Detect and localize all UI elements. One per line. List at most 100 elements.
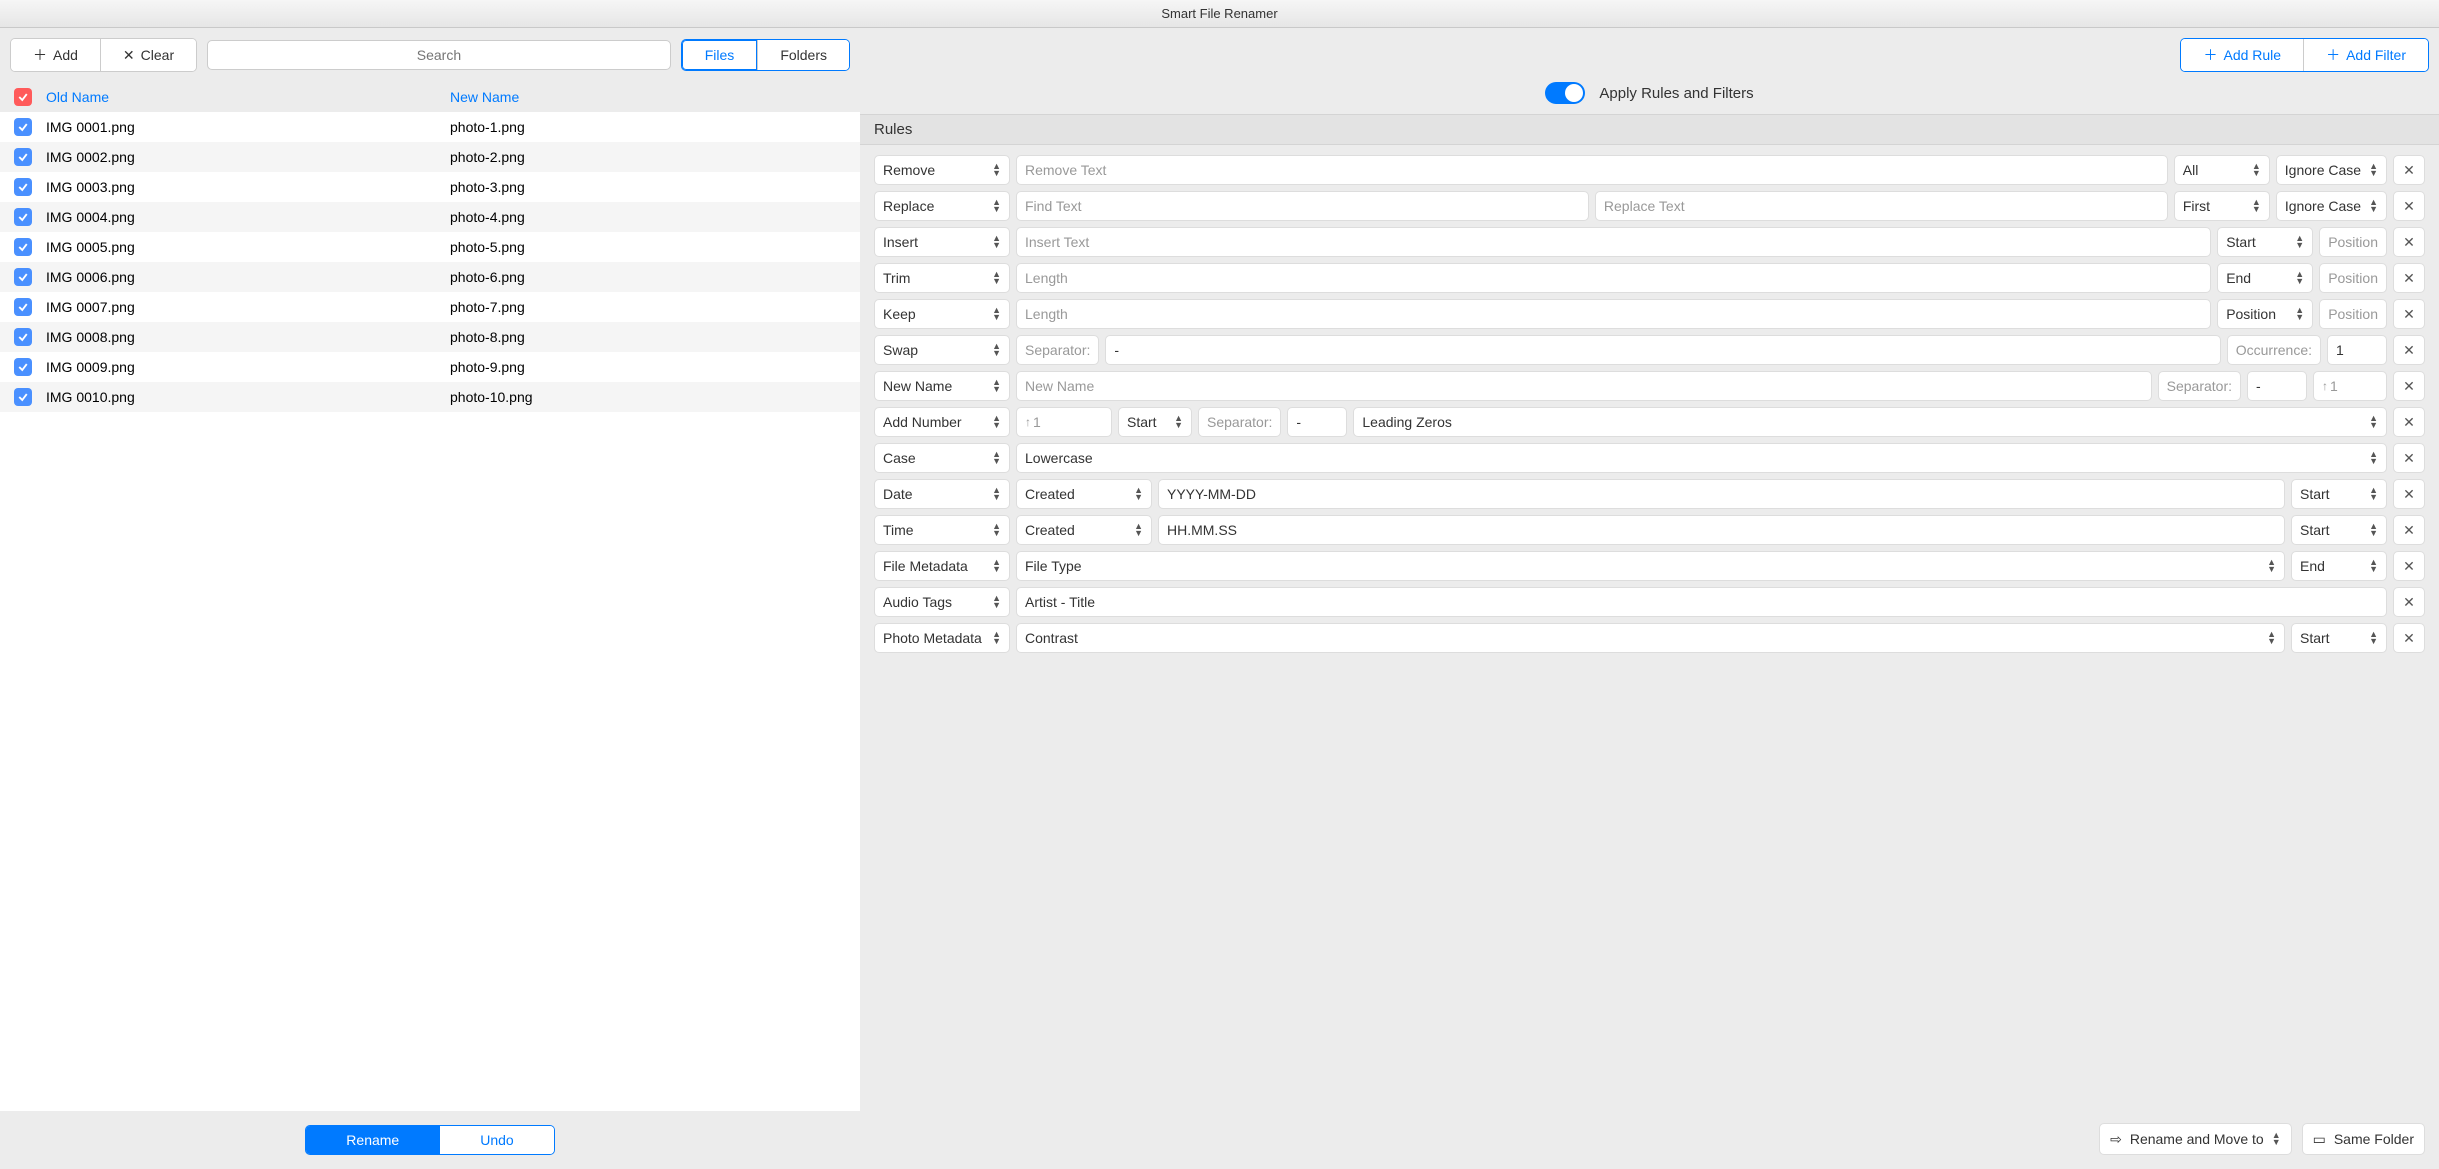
rename-button[interactable]: Rename bbox=[306, 1126, 439, 1154]
table-row[interactable]: IMG 0003.pngphoto-3.png bbox=[0, 172, 860, 202]
scope-select[interactable]: All▲▼ bbox=[2174, 155, 2270, 185]
row-checkbox[interactable] bbox=[14, 178, 32, 196]
row-checkbox[interactable] bbox=[14, 268, 32, 286]
remove-rule-button[interactable]: ✕ bbox=[2393, 623, 2425, 653]
date-format-input[interactable]: YYYY-MM-DD bbox=[1158, 479, 2285, 509]
rule-type-select[interactable]: Date▲▼ bbox=[874, 479, 1010, 509]
add-rule-button[interactable]: ＋Add Rule bbox=[2181, 39, 2303, 71]
photo-meta-select[interactable]: Contrast▲▼ bbox=[1016, 623, 2285, 653]
position-select[interactable]: Position▲▼ bbox=[2217, 299, 2313, 329]
row-checkbox[interactable] bbox=[14, 328, 32, 346]
remove-rule-button[interactable]: ✕ bbox=[2393, 479, 2425, 509]
tab-files[interactable]: Files bbox=[682, 40, 758, 70]
table-row[interactable]: IMG 0001.pngphoto-1.png bbox=[0, 112, 860, 142]
metadata-select[interactable]: File Type▲▼ bbox=[1016, 551, 2285, 581]
remove-rule-button[interactable]: ✕ bbox=[2393, 587, 2425, 617]
column-old-name[interactable]: Old Name bbox=[46, 89, 436, 105]
position-input[interactable]: Position bbox=[2319, 227, 2387, 257]
rule-type-select[interactable]: Time▲▼ bbox=[874, 515, 1010, 545]
remove-rule-button[interactable]: ✕ bbox=[2393, 515, 2425, 545]
clear-button[interactable]: ✕Clear bbox=[100, 39, 196, 71]
table-row[interactable]: IMG 0002.pngphoto-2.png bbox=[0, 142, 860, 172]
separator-input[interactable]: - bbox=[1287, 407, 1347, 437]
number-input[interactable]: ↑1 bbox=[1016, 407, 1112, 437]
column-new-name[interactable]: New Name bbox=[450, 89, 846, 105]
row-checkbox[interactable] bbox=[14, 148, 32, 166]
rule-type-select[interactable]: Add Number▲▼ bbox=[874, 407, 1010, 437]
undo-button[interactable]: Undo bbox=[439, 1126, 553, 1154]
row-checkbox[interactable] bbox=[14, 298, 32, 316]
search-input[interactable] bbox=[207, 40, 671, 70]
remove-rule-button[interactable]: ✕ bbox=[2393, 191, 2425, 221]
rule-type-select[interactable]: Audio Tags▲▼ bbox=[874, 587, 1010, 617]
same-folder-button[interactable]: ▭ Same Folder bbox=[2302, 1123, 2425, 1155]
add-button[interactable]: ＋Add bbox=[11, 39, 100, 71]
table-row[interactable]: IMG 0010.pngphoto-10.png bbox=[0, 382, 860, 412]
position-select[interactable]: End▲▼ bbox=[2291, 551, 2387, 581]
audio-tags-input[interactable]: Artist - Title bbox=[1016, 587, 2387, 617]
select-all-checkbox[interactable] bbox=[14, 88, 32, 106]
insert-text-input[interactable]: Insert Text bbox=[1016, 227, 2211, 257]
position-input[interactable]: Position bbox=[2319, 263, 2387, 293]
remove-rule-button[interactable]: ✕ bbox=[2393, 227, 2425, 257]
case-option-select[interactable]: Lowercase▲▼ bbox=[1016, 443, 2387, 473]
rule-type-select[interactable]: Photo Metadata▲▼ bbox=[874, 623, 1010, 653]
time-format-input[interactable]: HH.MM.SS bbox=[1158, 515, 2285, 545]
scope-select[interactable]: First▲▼ bbox=[2174, 191, 2270, 221]
remove-rule-button[interactable]: ✕ bbox=[2393, 371, 2425, 401]
table-row[interactable]: IMG 0007.pngphoto-7.png bbox=[0, 292, 860, 322]
apply-toggle[interactable] bbox=[1545, 82, 1585, 104]
add-filter-button[interactable]: ＋Add Filter bbox=[2303, 39, 2428, 71]
find-text-input[interactable]: Find Text bbox=[1016, 191, 1589, 221]
row-checkbox[interactable] bbox=[14, 388, 32, 406]
table-row[interactable]: IMG 0006.pngphoto-6.png bbox=[0, 262, 860, 292]
position-select[interactable]: Start▲▼ bbox=[2291, 623, 2387, 653]
position-input[interactable]: Position bbox=[2319, 299, 2387, 329]
position-select[interactable]: Start▲▼ bbox=[1118, 407, 1192, 437]
case-select[interactable]: Ignore Case▲▼ bbox=[2276, 155, 2387, 185]
row-checkbox[interactable] bbox=[14, 118, 32, 136]
rule-type-select[interactable]: New Name▲▼ bbox=[874, 371, 1010, 401]
tab-folders[interactable]: Folders bbox=[757, 40, 849, 70]
remove-rule-button[interactable]: ✕ bbox=[2393, 299, 2425, 329]
rule-type-select[interactable]: File Metadata▲▼ bbox=[874, 551, 1010, 581]
rule-type-select[interactable]: Case▲▼ bbox=[874, 443, 1010, 473]
rule-type-select[interactable]: Remove▲▼ bbox=[874, 155, 1010, 185]
position-select[interactable]: Start▲▼ bbox=[2291, 515, 2387, 545]
rule-type-select[interactable]: Keep▲▼ bbox=[874, 299, 1010, 329]
new-name-input[interactable]: New Name bbox=[1016, 371, 2152, 401]
row-checkbox[interactable] bbox=[14, 358, 32, 376]
remove-rule-button[interactable]: ✕ bbox=[2393, 335, 2425, 365]
rule-type-select[interactable]: Trim▲▼ bbox=[874, 263, 1010, 293]
leading-zeros-select[interactable]: Leading Zeros▲▼ bbox=[1353, 407, 2387, 437]
rule-type-select[interactable]: Swap▲▼ bbox=[874, 335, 1010, 365]
position-select[interactable]: Start▲▼ bbox=[2217, 227, 2313, 257]
remove-rule-button[interactable]: ✕ bbox=[2393, 407, 2425, 437]
remove-text-input[interactable]: Remove Text bbox=[1016, 155, 2168, 185]
number-input[interactable]: ↑1 bbox=[2313, 371, 2387, 401]
table-row[interactable]: IMG 0009.pngphoto-9.png bbox=[0, 352, 860, 382]
position-select[interactable]: End▲▼ bbox=[2217, 263, 2313, 293]
move-to-select[interactable]: ⇨ Rename and Move to ▲▼ bbox=[2099, 1123, 2292, 1155]
remove-rule-button[interactable]: ✕ bbox=[2393, 443, 2425, 473]
occurrence-input[interactable]: 1 bbox=[2327, 335, 2387, 365]
rule-type-select[interactable]: Replace▲▼ bbox=[874, 191, 1010, 221]
row-checkbox[interactable] bbox=[14, 208, 32, 226]
position-select[interactable]: Start▲▼ bbox=[2291, 479, 2387, 509]
rule-type-select[interactable]: Insert▲▼ bbox=[874, 227, 1010, 257]
date-source-select[interactable]: Created▲▼ bbox=[1016, 479, 1152, 509]
remove-rule-button[interactable]: ✕ bbox=[2393, 551, 2425, 581]
time-source-select[interactable]: Created▲▼ bbox=[1016, 515, 1152, 545]
separator-input[interactable]: - bbox=[2247, 371, 2307, 401]
table-row[interactable]: IMG 0005.pngphoto-5.png bbox=[0, 232, 860, 262]
remove-rule-button[interactable]: ✕ bbox=[2393, 155, 2425, 185]
case-select[interactable]: Ignore Case▲▼ bbox=[2276, 191, 2387, 221]
remove-rule-button[interactable]: ✕ bbox=[2393, 263, 2425, 293]
row-checkbox[interactable] bbox=[14, 238, 32, 256]
length-input[interactable]: Length bbox=[1016, 263, 2211, 293]
table-row[interactable]: IMG 0004.pngphoto-4.png bbox=[0, 202, 860, 232]
table-row[interactable]: IMG 0008.pngphoto-8.png bbox=[0, 322, 860, 352]
length-input[interactable]: Length bbox=[1016, 299, 2211, 329]
replace-text-input[interactable]: Replace Text bbox=[1595, 191, 2168, 221]
separator-input[interactable]: - bbox=[1105, 335, 2220, 365]
